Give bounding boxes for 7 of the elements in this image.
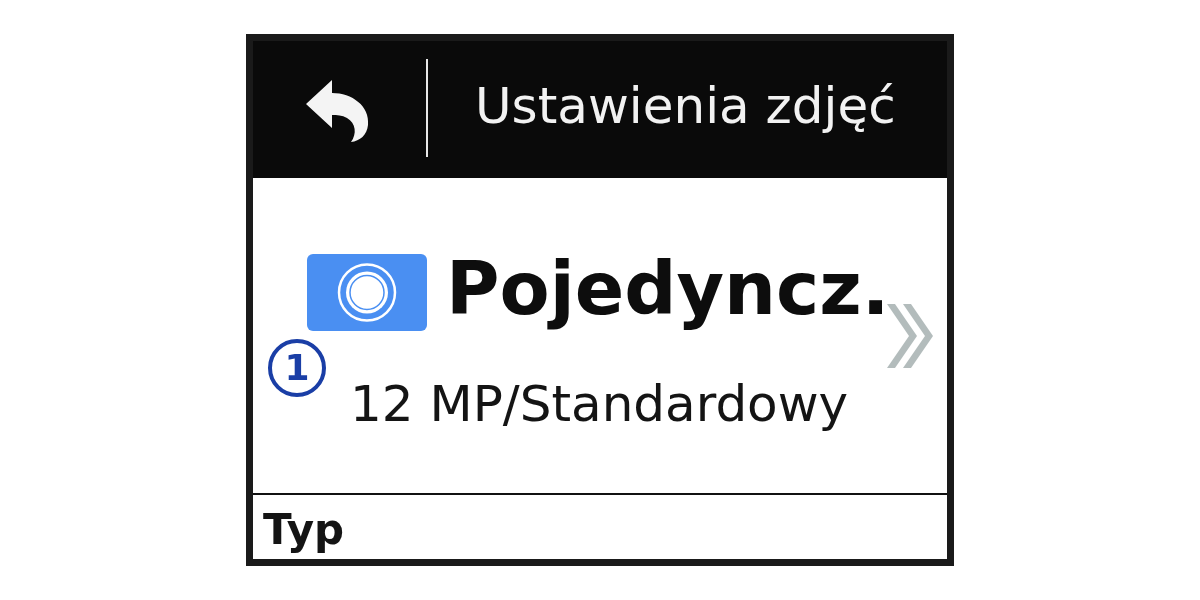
section-title: Typ xyxy=(263,505,345,555)
back-arrow-icon xyxy=(306,77,370,142)
mode-title: Pojedyncz. xyxy=(446,245,890,333)
screen-title: Ustawienia zdjęć xyxy=(475,75,896,136)
mode-subtitle: 12 MP/Standardowy xyxy=(350,374,849,435)
shutter-icon xyxy=(307,254,427,331)
callout-number: 1 xyxy=(268,339,326,397)
